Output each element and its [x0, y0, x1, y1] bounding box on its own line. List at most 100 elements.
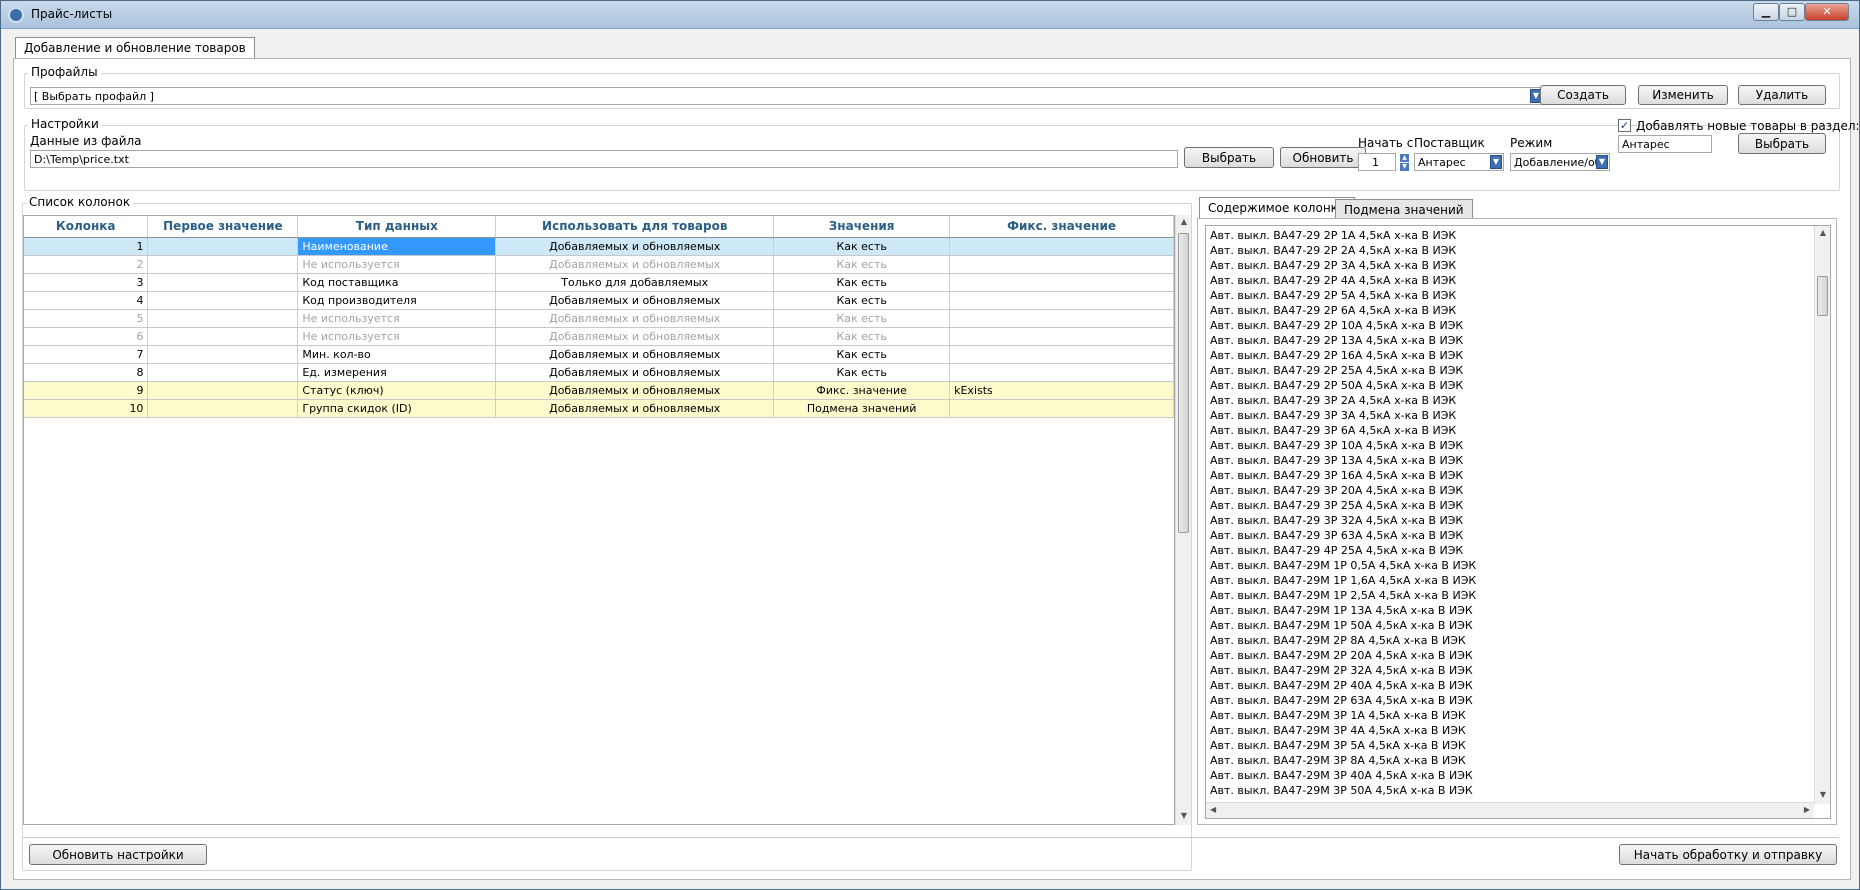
- cell-first-value[interactable]: [147, 237, 299, 256]
- cell-data-type[interactable]: Ед. измерения: [297, 363, 497, 382]
- refresh-file-button[interactable]: Обновить: [1280, 147, 1366, 168]
- list-item[interactable]: Авт. выкл. ВА47-29 2Р 16А 4,5кА х-ка В И…: [1206, 348, 1814, 363]
- cell-fixed-value[interactable]: [949, 345, 1174, 364]
- list-item[interactable]: Авт. выкл. ВА47-29М 1Р 1,6А 4,5кА х-ка В…: [1206, 573, 1814, 588]
- cell-first-value[interactable]: [147, 309, 299, 328]
- list-item[interactable]: Авт. выкл. ВА47-29М 3Р 8А 4,5кА х-ка В И…: [1206, 753, 1814, 768]
- table-row[interactable]: 1 Наименование Добавляемых и обновляемых Ка…: [24, 237, 1174, 256]
- list-item[interactable]: Авт. выкл. ВА47-29 3Р 3А 4,5кА х-ка В ИЭ…: [1206, 408, 1814, 423]
- content-list-hscrollbar[interactable]: ◀ ▶: [1206, 802, 1814, 818]
- list-item[interactable]: Авт. выкл. ВА47-29 3Р 63А 4,5кА х-ка В И…: [1206, 528, 1814, 543]
- cell-values[interactable]: Как есть: [773, 363, 951, 382]
- cell-use-for-products[interactable]: Добавляемых и обновляемых: [495, 291, 775, 310]
- table-row[interactable]: 8 Ед. измерения Добавляемых и обновляемых К…: [24, 363, 1174, 382]
- list-item[interactable]: Авт. выкл. ВА47-29 3Р 32А 4,5кА х-ка В И…: [1206, 513, 1814, 528]
- header-values[interactable]: Значения: [773, 216, 951, 238]
- cell-column[interactable]: 2: [24, 255, 149, 274]
- cell-use-for-products[interactable]: Добавляемых и обновляемых: [495, 381, 775, 400]
- cell-data-type[interactable]: Не используется: [297, 309, 497, 328]
- cell-first-value[interactable]: [147, 255, 299, 274]
- list-item[interactable]: Авт. выкл. ВА47-29 2Р 13А 4,5кА х-ка В И…: [1206, 333, 1814, 348]
- choose-file-button[interactable]: Выбрать: [1184, 147, 1274, 168]
- cell-values[interactable]: Как есть: [773, 255, 951, 274]
- list-item[interactable]: Авт. выкл. ВА47-29М 1Р 50А 4,5кА х-ка В …: [1206, 618, 1814, 633]
- cell-use-for-products[interactable]: Добавляемых и обновляемых: [495, 309, 775, 328]
- cell-column[interactable]: 1: [24, 237, 149, 256]
- table-row[interactable]: 3 Код поставщика Только для добавляемых Как…: [24, 273, 1174, 292]
- cell-column[interactable]: 9: [24, 381, 149, 400]
- table-row[interactable]: 7 Мин. кол-во Добавляемых и обновляемых Как…: [24, 345, 1174, 364]
- content-list-scrollbar[interactable]: ▲ ▼: [1814, 226, 1830, 804]
- cell-fixed-value[interactable]: [949, 399, 1174, 418]
- list-item[interactable]: Авт. выкл. ВА47-29 3Р 25А 4,5кА х-ка В И…: [1206, 498, 1814, 513]
- list-item[interactable]: Авт. выкл. ВА47-29М 3Р 5А 4,5кА х-ка В И…: [1206, 738, 1814, 753]
- header-column[interactable]: Колонка: [24, 216, 149, 238]
- list-item[interactable]: Авт. выкл. ВА47-29 2Р 50А 4,5кА х-ка В И…: [1206, 378, 1814, 393]
- list-item[interactable]: Авт. выкл. ВА47-29 4Р 25А 4,5кА х-ка В И…: [1206, 543, 1814, 558]
- list-item[interactable]: Авт. выкл. ВА47-29М 1Р 0,5А 4,5кА х-ка В…: [1206, 558, 1814, 573]
- header-fixed-value[interactable]: Фикс. значение: [949, 216, 1174, 238]
- spin-up-icon[interactable]: ▲: [1400, 154, 1409, 162]
- list-item[interactable]: Авт. выкл. ВА47-29 2Р 1А 4,5кА х-ка В ИЭ…: [1206, 228, 1814, 243]
- dropdown-arrow-icon[interactable]: ▼: [1490, 155, 1502, 169]
- profile-select[interactable]: [ Выбрать профайл ]: [30, 87, 1544, 105]
- cell-column[interactable]: 6: [24, 327, 149, 346]
- cell-values[interactable]: Как есть: [773, 273, 951, 292]
- list-item[interactable]: Авт. выкл. ВА47-29 3Р 6А 4,5кА х-ка В ИЭ…: [1206, 423, 1814, 438]
- list-item[interactable]: Авт. выкл. ВА47-29М 1Р 13А 4,5кА х-ка В …: [1206, 603, 1814, 618]
- cell-column[interactable]: 7: [24, 345, 149, 364]
- list-item[interactable]: Авт. выкл. ВА47-29М 2Р 40А 4,5кА х-ка В …: [1206, 678, 1814, 693]
- cell-use-for-products[interactable]: Добавляемых и обновляемых: [495, 327, 775, 346]
- list-item[interactable]: Авт. выкл. ВА47-29 3Р 16А 4,5кА х-ка В И…: [1206, 468, 1814, 483]
- list-item[interactable]: Авт. выкл. ВА47-29 2Р 25А 4,5кА х-ка В И…: [1206, 363, 1814, 378]
- cell-column[interactable]: 5: [24, 309, 149, 328]
- cell-fixed-value[interactable]: [949, 255, 1174, 274]
- scroll-thumb[interactable]: [1178, 233, 1189, 533]
- cell-first-value[interactable]: [147, 399, 299, 418]
- cell-use-for-products[interactable]: Добавляемых и обновляемых: [495, 237, 775, 256]
- list-item[interactable]: Авт. выкл. ВА47-29 3Р 2А 4,5кА х-ка В ИЭ…: [1206, 393, 1814, 408]
- cell-fixed-value[interactable]: [949, 237, 1174, 256]
- table-row[interactable]: 4 Код производителя Добавляемых и обновляе…: [24, 291, 1174, 310]
- cell-column[interactable]: 4: [24, 291, 149, 310]
- cell-column[interactable]: 8: [24, 363, 149, 382]
- cell-data-type[interactable]: Не используется: [297, 255, 497, 274]
- refresh-settings-button[interactable]: Обновить настройки: [29, 844, 207, 865]
- scroll-thumb[interactable]: [1817, 276, 1828, 316]
- list-item[interactable]: Авт. выкл. ВА47-29М 3Р 1А 4,5кА х-ка В И…: [1206, 708, 1814, 723]
- maximize-icon[interactable]: □: [1779, 3, 1805, 21]
- edit-profile-button[interactable]: Изменить: [1638, 85, 1728, 105]
- tab-add-update-products[interactable]: Добавление и обновление товаров: [15, 37, 255, 59]
- cell-fixed-value[interactable]: [949, 309, 1174, 328]
- cell-first-value[interactable]: [147, 291, 299, 310]
- cell-values[interactable]: Фикс. значение: [773, 381, 951, 400]
- list-item[interactable]: Авт. выкл. ВА47-29М 3Р 4А 4,5кА х-ка В И…: [1206, 723, 1814, 738]
- cell-values[interactable]: Как есть: [773, 327, 951, 346]
- table-row[interactable]: 6 Не используется Добавляемых и обновляемы…: [24, 327, 1174, 346]
- cell-values[interactable]: Как есть: [773, 237, 951, 256]
- scroll-down-icon[interactable]: ▼: [1176, 811, 1192, 820]
- cell-first-value[interactable]: [147, 381, 299, 400]
- scroll-right-icon[interactable]: ▶: [1804, 805, 1810, 814]
- header-first-value[interactable]: Первое значение: [147, 216, 299, 238]
- list-item[interactable]: Авт. выкл. ВА47-29М 2Р 8А 4,5кА х-ка В И…: [1206, 633, 1814, 648]
- list-item[interactable]: Авт. выкл. ВА47-29М 3Р 50А 4,5кА х-ка В …: [1206, 783, 1814, 798]
- minimize-icon[interactable]: ▁: [1753, 3, 1779, 21]
- table-row[interactable]: 10 Группа скидок (ID) Добавляемых и обновл…: [24, 399, 1174, 418]
- cell-first-value[interactable]: [147, 327, 299, 346]
- list-item[interactable]: Авт. выкл. ВА47-29М 2Р 20А 4,5кА х-ка В …: [1206, 648, 1814, 663]
- list-item[interactable]: Авт. выкл. ВА47-29 2Р 6А 4,5кА х-ка В ИЭ…: [1206, 303, 1814, 318]
- cell-use-for-products[interactable]: Добавляемых и обновляемых: [495, 363, 775, 382]
- cell-fixed-value[interactable]: [949, 291, 1174, 310]
- cell-values[interactable]: Как есть: [773, 345, 951, 364]
- tab-value-replacement[interactable]: Подмена значений: [1335, 199, 1473, 219]
- cell-data-type[interactable]: Наименование: [297, 237, 497, 256]
- list-item[interactable]: Авт. выкл. ВА47-29 2Р 2А 4,5кА х-ка В ИЭ…: [1206, 243, 1814, 258]
- list-item[interactable]: Авт. выкл. ВА47-29М 1Р 2,5А 4,5кА х-ка В…: [1206, 588, 1814, 603]
- cell-use-for-products[interactable]: Добавляемых и обновляемых: [495, 255, 775, 274]
- create-profile-button[interactable]: Создать: [1540, 85, 1626, 105]
- list-item[interactable]: Авт. выкл. ВА47-29М 3Р 40А 4,5кА х-ка В …: [1206, 768, 1814, 783]
- choose-section-button[interactable]: Выбрать: [1738, 133, 1826, 154]
- cell-data-type[interactable]: Код поставщика: [297, 273, 497, 292]
- cell-data-type[interactable]: Код производителя: [297, 291, 497, 310]
